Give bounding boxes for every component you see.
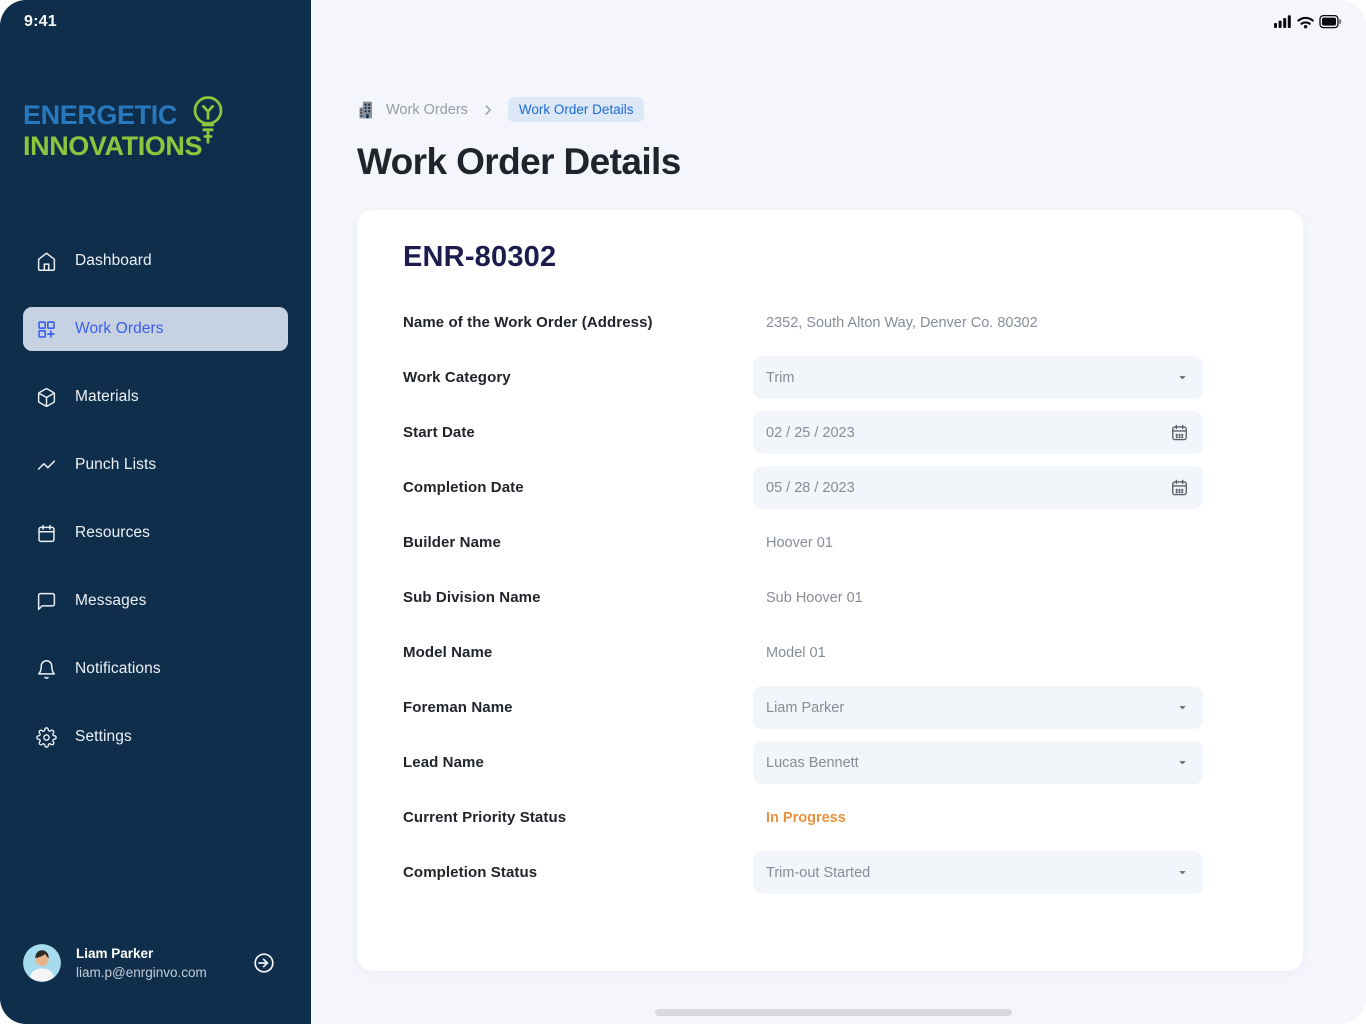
field-value-model: Model 01: [766, 644, 826, 661]
sidebar-nav: Dashboard Work Orders Materials Punch Li…: [0, 239, 311, 783]
select-value: Trim-out Started: [766, 864, 871, 881]
calendar-icon[interactable]: [1170, 423, 1189, 442]
sidebar-item-materials[interactable]: Materials: [23, 375, 288, 419]
field-label: Work Category: [403, 369, 511, 386]
breadcrumb-work-orders[interactable]: Work Orders: [386, 102, 468, 118]
sidebar-item-label: Messages: [75, 592, 147, 609]
select-value: Liam Parker: [766, 699, 845, 716]
field-label: Completion Status: [403, 864, 538, 881]
select-value: Lucas Bennett: [766, 754, 859, 771]
sidebar-item-resources[interactable]: Resources: [23, 511, 288, 555]
field-label: Start Date: [403, 424, 475, 441]
logo-text-line2: INNOVATIONS: [23, 131, 203, 161]
sidebar: 9:41 ENERGETIC INNOVATIONS Dashboard Wor…: [0, 0, 311, 1024]
select-value: Trim: [766, 369, 795, 386]
field-row-address: Name of the Work Order (Address) 2352, S…: [403, 295, 1203, 350]
package-icon: [36, 387, 57, 408]
completion-status-select[interactable]: Trim-out Started: [753, 851, 1203, 894]
app-window: 9:41 ENERGETIC INNOVATIONS Dashboard Wor…: [0, 0, 1366, 1024]
lightbulb-icon: [193, 96, 223, 144]
field-value-sub-division: Sub Hoover 01: [766, 589, 863, 606]
sidebar-item-label: Dashboard: [75, 252, 152, 269]
sidebar-item-label: Punch Lists: [75, 456, 157, 473]
chevron-right-icon: [481, 103, 495, 117]
date-value: 05 / 28 / 2023: [766, 479, 855, 496]
chevron-down-icon: [1176, 371, 1189, 384]
sidebar-item-label: Notifications: [75, 660, 161, 677]
field-row-work-category: Work Category Trim: [403, 350, 1203, 405]
sidebar-item-punch-lists[interactable]: Punch Lists: [23, 443, 288, 487]
field-row-start-date: Start Date 02 / 25 / 2023: [403, 405, 1203, 460]
avatar: [23, 944, 61, 982]
field-row-foreman: Foreman Name Liam Parker: [403, 680, 1203, 735]
field-label: Name of the Work Order (Address): [403, 314, 653, 331]
work-category-select[interactable]: Trim: [753, 356, 1203, 399]
work-order-id: ENR-80302: [403, 241, 557, 273]
chevron-down-icon: [1176, 701, 1189, 714]
logo-text-line1: ENERGETIC: [23, 100, 177, 130]
field-value-builder: Hoover 01: [766, 534, 833, 551]
horizontal-scrollbar[interactable]: [655, 1009, 1012, 1016]
user-profile: Liam Parker liam.p@enrginvo.com: [23, 944, 288, 982]
chat-icon: [36, 591, 57, 612]
sidebar-item-notifications[interactable]: Notifications: [23, 647, 288, 691]
grid-plus-icon: [36, 319, 57, 340]
priority-status-badge: In Progress: [766, 809, 846, 826]
field-row-builder-name: Builder Name Hoover 01: [403, 515, 1203, 570]
field-label: Foreman Name: [403, 699, 513, 716]
field-label: Sub Division Name: [403, 589, 541, 606]
main-content: Work Orders Work Order Details Work Orde…: [311, 0, 1366, 1024]
trending-line-icon: [36, 455, 57, 476]
page-title: Work Order Details: [357, 141, 681, 182]
sidebar-item-label: Work Orders: [75, 320, 164, 337]
field-label: Model Name: [403, 644, 493, 661]
user-meta: Liam Parker liam.p@enrginvo.com: [76, 946, 207, 980]
calendar-icon[interactable]: [1170, 478, 1189, 497]
chevron-down-icon: [1176, 866, 1189, 879]
lead-select[interactable]: Lucas Bennett: [753, 741, 1203, 784]
completion-date-input[interactable]: 05 / 28 / 2023: [753, 466, 1203, 509]
date-value: 02 / 25 / 2023: [766, 424, 855, 441]
field-row-lead: Lead Name Lucas Bennett: [403, 735, 1203, 790]
sidebar-item-dashboard[interactable]: Dashboard: [23, 239, 288, 283]
sidebar-item-messages[interactable]: Messages: [23, 579, 288, 623]
logout-button[interactable]: [252, 951, 276, 975]
field-row-completion-date: Completion Date 05 / 28 / 2023: [403, 460, 1203, 515]
field-row-model-name: Model Name Model 01: [403, 625, 1203, 680]
chevron-down-icon: [1176, 756, 1189, 769]
bell-icon: [36, 659, 57, 680]
field-row-sub-division: Sub Division Name Sub Hoover 01: [403, 570, 1203, 625]
field-label: Lead Name: [403, 754, 484, 771]
gear-icon: [36, 726, 57, 748]
sidebar-item-label: Materials: [75, 388, 139, 405]
breadcrumb-current: Work Order Details: [507, 97, 645, 122]
company-logo: ENERGETIC INNOVATIONS: [23, 100, 203, 162]
field-value-address: 2352, South Alton Way, Denver Co. 80302: [766, 314, 1038, 331]
field-label: Current Priority Status: [403, 809, 567, 826]
user-name: Liam Parker: [76, 946, 154, 961]
user-email: liam.p@enrginvo.com: [76, 965, 207, 980]
sidebar-item-label: Resources: [75, 524, 150, 541]
field-label: Builder Name: [403, 534, 501, 551]
field-row-completion-status: Completion Status Trim-out Started: [403, 845, 1203, 900]
signal-wifi-battery-icons: [1274, 14, 1342, 29]
home-icon: [36, 251, 57, 272]
sidebar-item-label: Settings: [75, 728, 132, 745]
status-bar-icons: [1274, 14, 1342, 35]
work-order-card: ENR-80302 Name of the Work Order (Addres…: [357, 210, 1303, 971]
foreman-select[interactable]: Liam Parker: [753, 686, 1203, 729]
field-row-priority-status: Current Priority Status In Progress: [403, 790, 1203, 845]
sidebar-item-work-orders[interactable]: Work Orders: [23, 307, 288, 351]
status-bar-time: 9:41: [24, 13, 57, 30]
breadcrumb: Work Orders Work Order Details: [357, 97, 1303, 122]
sidebar-item-settings[interactable]: Settings: [23, 715, 288, 759]
field-label: Completion Date: [403, 479, 524, 496]
start-date-input[interactable]: 02 / 25 / 2023: [753, 411, 1203, 454]
building-icon: [359, 101, 372, 118]
calendar-icon: [36, 523, 57, 544]
